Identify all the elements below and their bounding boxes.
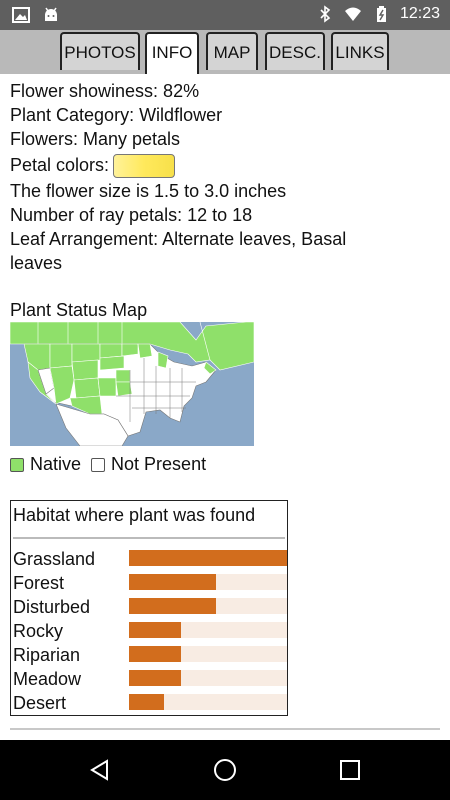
recents-icon[interactable]	[338, 758, 362, 782]
habitat-bar	[129, 646, 182, 662]
ray-petals-text: Number of ray petals: 12 to 18	[10, 205, 253, 225]
habitat-bar-track	[129, 622, 287, 638]
android-icon	[45, 7, 57, 21]
habitat-row: Riparian	[13, 643, 287, 667]
home-icon[interactable]	[213, 758, 237, 782]
habitat-label: Disturbed	[13, 597, 91, 617]
habitat-title: Habitat where plant was found	[13, 505, 256, 525]
habitat-row: Disturbed	[13, 595, 287, 619]
habitat-row: Grassland	[13, 547, 287, 571]
navigation-bar	[0, 740, 450, 800]
habitat-bar	[129, 694, 164, 710]
habitat-bar-track	[129, 670, 287, 686]
tab-bar: PHOTOS INFO MAP DESC. LINKS	[0, 30, 450, 74]
habitat-label: Rocky	[13, 621, 64, 641]
habitat-bar	[129, 598, 216, 614]
habitat-label: Grassland	[13, 549, 96, 569]
tab-links[interactable]: LINKS	[331, 32, 389, 70]
habitat-label: Desert	[13, 693, 67, 713]
tab-desc[interactable]: DESC.	[265, 32, 325, 70]
tab-map[interactable]: MAP	[206, 32, 258, 70]
plant-status-map[interactable]	[10, 322, 254, 446]
habitat-label: Meadow	[13, 669, 82, 689]
legend-not-present-label: Not Present	[111, 454, 207, 474]
size-text: The flower size is 1.5 to 3.0 inches	[10, 181, 287, 201]
map-legend: Native Not Present	[10, 454, 206, 475]
flowers-text: Flowers: Many petals	[10, 129, 181, 149]
habitat-bar-track	[129, 598, 287, 614]
habitat-row: Desert	[13, 691, 287, 715]
tab-photos[interactable]: PHOTOS	[60, 32, 140, 70]
habitat-bar	[129, 550, 287, 566]
tab-info[interactable]: INFO	[145, 32, 199, 74]
image-icon	[12, 7, 30, 23]
habitat-bar	[129, 670, 182, 686]
habitat-row: Forest	[13, 571, 287, 595]
petal-colors-row: Petal colors:	[10, 153, 176, 179]
habitat-bar	[129, 622, 182, 638]
legend-native-label: Native	[30, 454, 82, 474]
bottom-divider	[10, 728, 440, 730]
habitat-bar-track	[129, 646, 287, 662]
habitat-row: Rocky	[13, 619, 287, 643]
habitat-row: Meadow	[13, 667, 287, 691]
habitat-bar	[129, 574, 216, 590]
showiness-text: Flower showiness: 82%	[10, 81, 200, 101]
habitat-label: Forest	[13, 573, 65, 593]
leaf-arrangement-text: Leaf Arrangement: Alternate leaves, Basa…	[10, 229, 347, 249]
habitat-label: Riparian	[13, 645, 81, 665]
back-icon[interactable]	[88, 758, 112, 782]
not-present-legend-swatch	[91, 457, 106, 472]
petal-colors-label: Petal colors:	[10, 155, 110, 175]
battery-icon	[376, 6, 386, 22]
category-text: Plant Category: Wildflower	[10, 105, 223, 125]
info-content[interactable]: Flower showiness: 82% Plant Category: Wi…	[0, 74, 450, 739]
petal-color-swatch	[113, 154, 176, 179]
habitat-bar-track	[129, 550, 287, 566]
clock: 12:23	[399, 5, 440, 22]
wifi-icon	[344, 7, 361, 21]
status-bar: 12:23	[0, 0, 450, 30]
status-map-title: Plant Status Map	[10, 300, 148, 320]
native-legend-swatch	[10, 457, 24, 472]
habitat-divider	[13, 537, 285, 539]
habitat-bar-track	[129, 574, 287, 590]
bluetooth-icon	[320, 5, 331, 23]
leaf-arrangement-text-cont: leaves	[10, 253, 63, 273]
habitat-bar-track	[129, 694, 287, 710]
habitat-chart: Habitat where plant was found Grassland F…	[10, 500, 288, 716]
